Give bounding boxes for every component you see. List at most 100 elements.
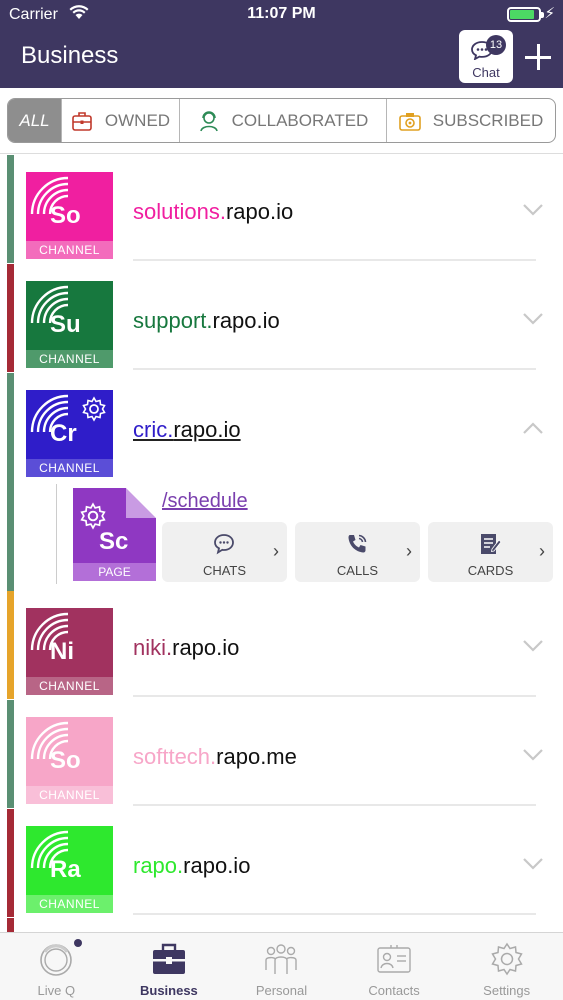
channel-domain[interactable]: support.rapo.io: [133, 308, 280, 334]
chevron-down-icon[interactable]: [522, 748, 544, 762]
chevron-up-icon[interactable]: [522, 421, 544, 435]
chevron-down-icon[interactable]: [522, 312, 544, 326]
chevron-down-icon[interactable]: [522, 639, 544, 653]
chevron-right-icon: ›: [539, 541, 545, 561]
filter-all[interactable]: ALL: [8, 99, 62, 142]
domain-prefix: support.: [133, 308, 213, 333]
chat-bubble-icon: [214, 534, 234, 555]
domain-prefix: softtech.: [133, 744, 217, 769]
channel-row[interactable]: Su CHANNEL support.rapo.io: [0, 264, 563, 372]
channel-tile: Su CHANNEL: [26, 281, 113, 368]
tab-contacts[interactable]: Contacts: [338, 933, 451, 1000]
filter-segment: ALL OWNED COLLABORATED SUBSCRIBED: [7, 98, 556, 143]
domain-suffix: rapo.io: [172, 635, 240, 660]
chats-button[interactable]: CHATS ›: [162, 522, 287, 582]
app-header: Carrier 11:07 PM ⚡ Business 13 Chat: [0, 0, 563, 88]
channel-abbr: Ra: [50, 856, 81, 883]
channel-tile: Ra CHANNEL: [26, 826, 113, 913]
filter-owned[interactable]: OWNED: [62, 99, 180, 142]
channel-tag: CHANNEL: [26, 241, 113, 259]
filter-subscribed-label: SUBSCRIBED: [432, 110, 544, 130]
row-color-bar: [7, 478, 14, 591]
tab-label: Business: [139, 983, 198, 998]
page-tile[interactable]: Sc PAGE: [73, 488, 156, 581]
row-separator: [133, 695, 536, 697]
page-abbr: Sc: [99, 528, 129, 555]
chevron-right-icon: ›: [406, 541, 412, 561]
channel-tile: Cr CHANNEL: [26, 390, 113, 477]
channel-domain[interactable]: rapo.rapo.io: [133, 853, 250, 879]
calls-label: CALLS: [336, 563, 379, 578]
channel-tag: CHANNEL: [26, 459, 113, 477]
domain-suffix: rapo.io: [225, 199, 294, 224]
status-bar: Carrier 11:07 PM ⚡: [0, 0, 563, 30]
briefcase-icon: [152, 943, 185, 974]
live-q-icon: [40, 944, 73, 976]
channel-row[interactable]: Ra CHANNEL rapo.rapo.io: [0, 809, 563, 917]
chats-label: CHATS: [202, 563, 247, 578]
channel-tile: So CHANNEL: [26, 172, 113, 259]
cards-button[interactable]: CARDS ›: [428, 522, 553, 582]
charging-icon: ⚡: [544, 5, 555, 22]
tab-bar: Live Q Business Personal Contacts Settin…: [0, 932, 563, 1000]
row-color-bar: [7, 373, 14, 481]
page-row: Sc PAGE /schedule CHATS › CALLS › CARDS …: [0, 478, 563, 591]
tab-business[interactable]: Business: [113, 933, 226, 1000]
domain-suffix: rapo.me: [216, 744, 297, 769]
channel-abbr: Su: [50, 311, 81, 338]
gear-icon: [80, 502, 106, 530]
row-separator: [133, 368, 536, 370]
filter-owned-label: OWNED: [104, 110, 171, 130]
tab-live-q[interactable]: Live Q: [0, 933, 113, 1000]
battery-icon: [507, 7, 544, 22]
channel-row[interactable]: So CHANNEL softtech.rapo.me: [0, 700, 563, 808]
row-color-bar: [7, 809, 14, 917]
tab-label: Settings: [483, 983, 531, 998]
tab-personal[interactable]: Personal: [225, 933, 338, 1000]
channel-abbr: So: [50, 747, 81, 774]
domain-suffix: rapo.io: [173, 417, 241, 442]
domain-prefix: rapo.: [133, 853, 184, 878]
channel-tile: So CHANNEL: [26, 717, 113, 804]
list-top-divider: [0, 153, 563, 154]
calls-button[interactable]: CALLS ›: [295, 522, 420, 582]
domain-suffix: rapo.io: [183, 853, 251, 878]
chat-button[interactable]: 13 Chat: [459, 30, 513, 83]
row-color-bar: [7, 264, 14, 372]
people-icon: [265, 944, 298, 974]
filter-subscribed[interactable]: SUBSCRIBED: [387, 99, 555, 142]
channel-domain[interactable]: softtech.rapo.me: [133, 744, 297, 770]
page-path-link[interactable]: /schedule: [162, 490, 248, 513]
phone-icon: [348, 534, 367, 553]
filter-all-label: ALL: [19, 110, 50, 130]
tree-connector: [56, 484, 74, 584]
row-separator: [133, 259, 536, 261]
channel-domain[interactable]: solutions.rapo.io: [133, 199, 293, 225]
channel-tag: CHANNEL: [26, 895, 113, 913]
domain-prefix: solutions.: [133, 199, 226, 224]
channel-domain[interactable]: niki.rapo.io: [133, 635, 239, 661]
gear-icon: [491, 942, 523, 976]
clock: 11:07 PM: [247, 5, 316, 22]
tab-label: Live Q: [37, 983, 76, 998]
collaborator-icon: [199, 110, 218, 131]
channel-row[interactable]: Cr CHANNEL cric.rapo.io: [0, 373, 563, 481]
row-color-bar: [7, 918, 14, 932]
tab-settings[interactable]: Settings: [450, 933, 563, 1000]
chat-count-badge: 13: [486, 35, 506, 55]
domain-prefix: niki.: [133, 635, 173, 660]
channel-tag: CHANNEL: [26, 786, 113, 804]
channel-domain[interactable]: cric.rapo.io: [133, 417, 241, 443]
channel-row[interactable]: Ni CHANNEL niki.rapo.io: [0, 591, 563, 699]
channel-tag: CHANNEL: [26, 350, 113, 368]
tab-label: Contacts: [368, 983, 420, 998]
chevron-down-icon[interactable]: [522, 203, 544, 217]
briefcase-lock-icon: [72, 111, 92, 131]
chevron-down-icon[interactable]: [522, 857, 544, 871]
channel-row[interactable]: So CHANNEL solutions.rapo.io: [0, 155, 563, 263]
domain-suffix: rapo.io: [212, 308, 280, 333]
add-button[interactable]: [525, 44, 551, 70]
channel-tag: CHANNEL: [26, 677, 113, 695]
subscribed-camera-icon: [398, 112, 421, 131]
filter-collaborated[interactable]: COLLABORATED: [180, 99, 387, 142]
